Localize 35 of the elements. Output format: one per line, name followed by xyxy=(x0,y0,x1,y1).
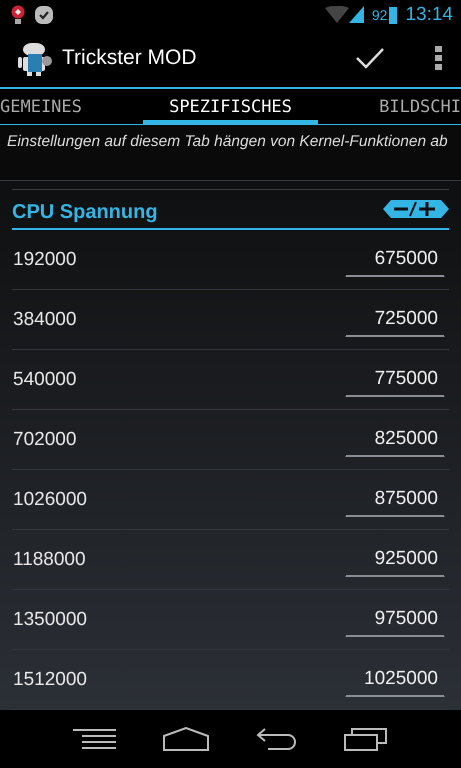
minus-plus-icon[interactable] xyxy=(383,200,449,218)
check-icon[interactable] xyxy=(355,46,385,70)
overflow-menu-icon[interactable] xyxy=(435,46,443,70)
wifi-icon xyxy=(324,6,349,24)
frequency-label: 702000 xyxy=(12,428,76,451)
battery-level: 92 xyxy=(372,6,388,23)
frequency-label: 1350000 xyxy=(12,608,87,631)
voltage-field[interactable]: 925000 xyxy=(345,542,445,578)
description-text: Einstellungen auf diesem Tab hängen von Kernel-Funktionen ab xyxy=(0,125,461,182)
voltage-field[interactable]: 975000 xyxy=(345,602,445,638)
menu-icon[interactable] xyxy=(73,728,118,750)
frequency-label: 1188000 xyxy=(12,548,86,571)
battery-icon xyxy=(389,6,398,24)
frequency-label: 540000 xyxy=(12,368,76,391)
voltage-field[interactable]: 875000 xyxy=(345,482,445,518)
voltage-field[interactable]: 725000 xyxy=(345,302,445,338)
voltage-field[interactable]: 1025000 xyxy=(345,662,445,698)
frequency-label: 1026000 xyxy=(12,488,87,511)
bulb-icon xyxy=(10,4,26,25)
frequency-label: 1512000 xyxy=(12,668,87,691)
app-title: Trickster MOD xyxy=(62,46,198,70)
tab[interactable]: BILDSCHI xyxy=(318,88,461,124)
voltage-field[interactable]: 825000 xyxy=(345,422,445,458)
frequency-label: 192000 xyxy=(12,248,76,271)
section-title: CPU Spannung xyxy=(12,200,158,224)
tab[interactable]: GEMEINES xyxy=(0,88,143,124)
voltage-field[interactable]: 775000 xyxy=(345,362,445,398)
recent-apps-icon[interactable] xyxy=(344,727,388,752)
home-icon[interactable] xyxy=(163,727,210,752)
voltage-field[interactable]: 675000 xyxy=(345,242,445,278)
clock: 13:14 xyxy=(405,4,453,26)
back-icon[interactable] xyxy=(256,727,298,752)
check-badge-icon xyxy=(34,4,54,25)
signal-icon xyxy=(348,6,364,24)
frequency-label: 384000 xyxy=(12,308,76,331)
